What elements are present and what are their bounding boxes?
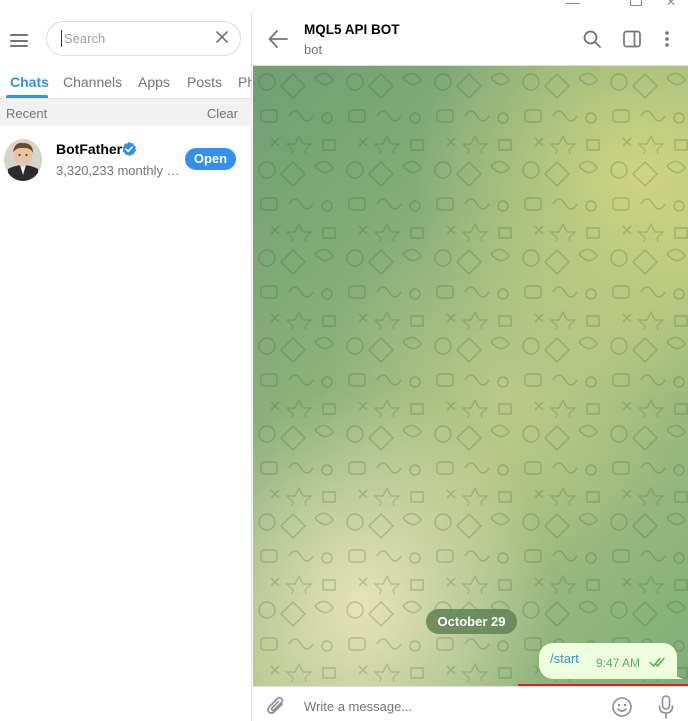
- chat-status: bot: [304, 42, 323, 57]
- search-input[interactable]: [61, 30, 211, 47]
- recent-label: Recent: [6, 106, 48, 121]
- minimize-icon[interactable]: [566, 0, 580, 4]
- chat-panel: MQL5 API BOT bot October 29 /start 9:47 …: [253, 12, 688, 721]
- tab-chats[interactable]: Chats: [10, 74, 49, 90]
- message-text[interactable]: /start: [550, 651, 579, 666]
- verified-icon: [122, 141, 137, 157]
- bubble-tail: [671, 666, 684, 679]
- mic-icon[interactable]: [657, 694, 675, 720]
- menu-icon[interactable]: [10, 34, 28, 47]
- more-vertical-icon[interactable]: [657, 29, 677, 49]
- search-icon[interactable]: [582, 29, 602, 49]
- message-input[interactable]: [304, 696, 604, 716]
- tab-truncated[interactable]: Ph: [238, 74, 252, 90]
- list-item[interactable]: BotFather 3,320,233 monthly users Open: [0, 126, 252, 190]
- doodle-pattern: [253, 66, 688, 686]
- double-check-icon: [649, 657, 665, 667]
- tab-channels[interactable]: Channels: [63, 74, 122, 90]
- folder-tabs: Chats Channels Apps Posts Ph: [0, 68, 252, 98]
- sidebar: Chats Channels Apps Posts Ph Recent Clea…: [0, 12, 252, 721]
- recent-header: Recent Clear: [0, 98, 252, 126]
- message-time: 9:47 AM: [596, 656, 641, 670]
- date-separator: October 29: [426, 609, 517, 634]
- tab-posts[interactable]: Posts: [187, 74, 222, 90]
- clear-recent-button[interactable]: Clear: [207, 106, 238, 121]
- chat-background: October 29 /start 9:47 AM: [253, 66, 688, 686]
- avatar: [4, 139, 42, 181]
- outgoing-message[interactable]: /start 9:47 AM: [539, 643, 677, 679]
- window-title-bar: ✕: [0, 0, 688, 12]
- window-close-icon[interactable]: ✕: [666, 0, 680, 10]
- attach-icon[interactable]: [265, 694, 287, 718]
- sidebar-toggle-icon[interactable]: [622, 29, 642, 49]
- chat-subtitle: 3,320,233 monthly users: [56, 163, 186, 178]
- message-composer: [253, 686, 688, 721]
- maximize-icon[interactable]: [630, 0, 642, 6]
- search-box[interactable]: [46, 21, 241, 56]
- emoji-icon[interactable]: [611, 696, 633, 718]
- chat-title[interactable]: MQL5 API BOT: [304, 22, 400, 37]
- chat-name: BotFather: [56, 141, 123, 157]
- back-arrow-icon[interactable]: [267, 29, 289, 49]
- close-icon[interactable]: [214, 29, 230, 45]
- tab-apps[interactable]: Apps: [138, 74, 170, 90]
- open-button[interactable]: Open: [185, 148, 236, 170]
- chat-header: MQL5 API BOT bot: [253, 12, 688, 66]
